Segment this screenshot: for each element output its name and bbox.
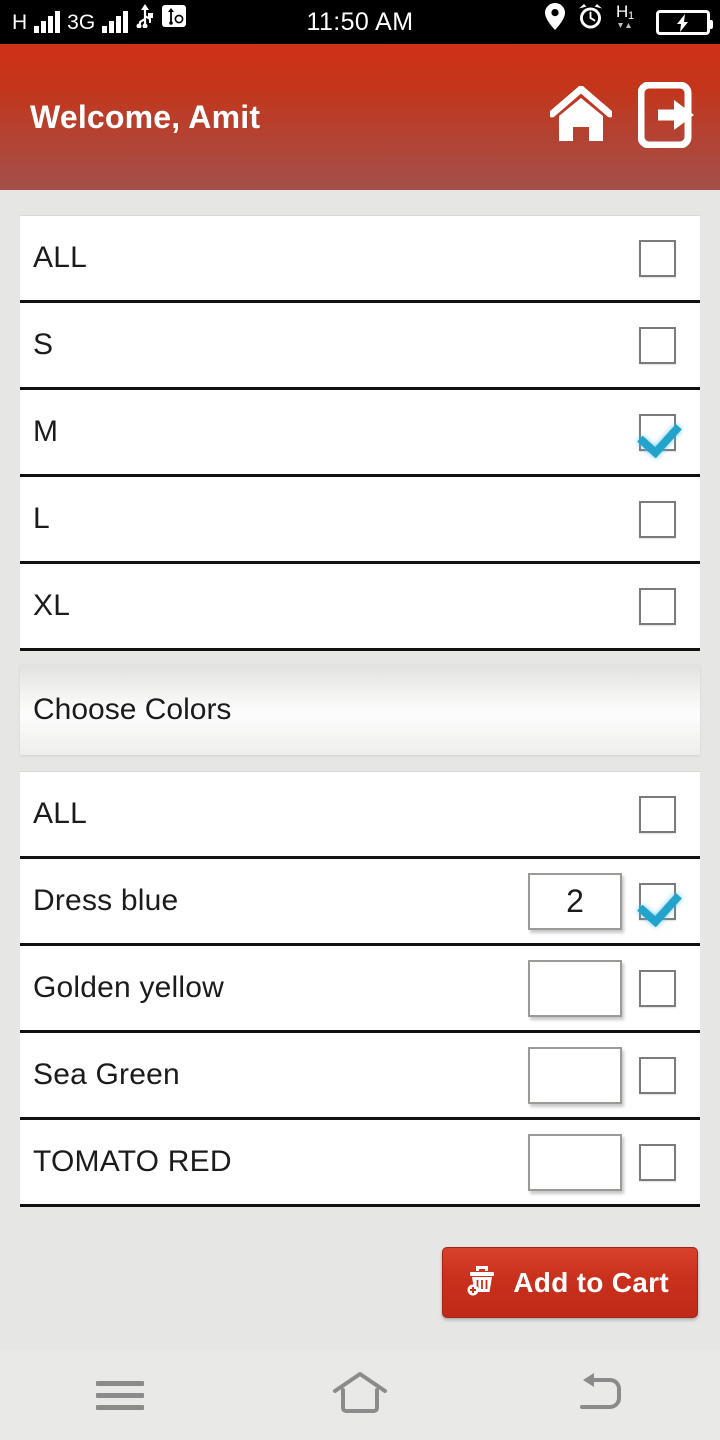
size-label: L — [33, 502, 50, 535]
app-header-actions — [548, 81, 696, 153]
table-row[interactable]: L — [20, 477, 700, 564]
size-checkbox[interactable] — [639, 413, 676, 451]
svg-text:H: H — [616, 2, 628, 21]
nav-home-button[interactable] — [300, 1350, 420, 1440]
table-row[interactable]: ALL — [20, 772, 700, 859]
table-row[interactable]: XL — [20, 564, 700, 651]
table-row[interactable]: S — [20, 303, 700, 390]
choose-colors-heading: Choose Colors — [20, 665, 700, 755]
alarm-icon — [577, 3, 604, 35]
size-label: M — [33, 415, 59, 448]
size-checkbox[interactable] — [639, 587, 676, 625]
add-to-cart-button[interactable]: Add to Cart — [442, 1247, 698, 1318]
table-row[interactable]: TOMATO RED — [20, 1120, 700, 1207]
color-checkbox[interactable] — [639, 1143, 676, 1181]
location-icon — [545, 3, 565, 35]
color-checkbox[interactable] — [639, 1056, 676, 1094]
table-row[interactable]: Golden yellow — [20, 946, 700, 1033]
app-header: Welcome, Amit — [0, 44, 720, 190]
row-controls — [639, 326, 700, 364]
row-controls — [639, 413, 700, 451]
row-controls — [639, 239, 700, 277]
home-outline-icon — [332, 1371, 388, 1420]
nav-back-button[interactable] — [540, 1350, 660, 1440]
menu-icon — [96, 1374, 144, 1417]
page-title: Welcome, Amit — [30, 98, 261, 135]
quantity-input[interactable] — [528, 1046, 622, 1104]
size-label: S — [33, 328, 54, 361]
color-list: ALL Dress blue 2 Golden yellow Sea Green — [20, 771, 700, 1207]
size-checkbox[interactable] — [639, 239, 676, 277]
cart-action-area: Add to Cart — [0, 1207, 720, 1318]
color-label: ALL — [33, 797, 87, 830]
color-label: TOMATO RED — [33, 1145, 232, 1178]
color-checkbox[interactable] — [639, 795, 676, 833]
row-controls — [639, 500, 700, 538]
add-to-cart-label: Add to Cart — [513, 1266, 669, 1298]
size-label: XL — [33, 589, 71, 622]
row-controls — [639, 587, 700, 625]
color-checkbox[interactable] — [639, 969, 676, 1007]
size-checkbox[interactable] — [639, 326, 676, 364]
row-controls: 2 — [528, 872, 700, 930]
battery-charging-icon — [656, 10, 713, 35]
quantity-input[interactable] — [528, 1133, 622, 1191]
size-list: ALL S M L XL — [20, 215, 700, 651]
back-arrow-icon — [574, 1371, 626, 1420]
row-controls — [639, 795, 700, 833]
color-label: Golden yellow — [33, 971, 225, 1004]
row-controls — [528, 1046, 700, 1104]
home-icon[interactable] — [548, 85, 614, 149]
hspa-icon: H 1 — [616, 2, 644, 35]
size-label: ALL — [33, 241, 87, 274]
table-row[interactable]: Dress blue 2 — [20, 859, 700, 946]
svg-text:1: 1 — [628, 10, 634, 22]
row-controls — [528, 1133, 700, 1191]
shopping-basket-add-icon — [465, 1263, 499, 1302]
logout-icon[interactable] — [637, 81, 696, 153]
main-content: ALL S M L XL Choose Colors ALL Dress blu… — [0, 190, 720, 1440]
table-row[interactable]: M — [20, 390, 700, 477]
status-bar: H 3G 11:50 AM H 1 — [0, 0, 720, 44]
color-label: Dress blue — [33, 884, 179, 917]
table-row[interactable]: Sea Green — [20, 1033, 700, 1120]
color-checkbox[interactable] — [639, 882, 676, 920]
quantity-input[interactable] — [528, 959, 622, 1017]
quantity-input[interactable]: 2 — [528, 872, 622, 930]
table-row[interactable]: ALL — [20, 216, 700, 303]
size-checkbox[interactable] — [639, 500, 676, 538]
nav-menu-button[interactable] — [60, 1350, 180, 1440]
status-bar-right: H 1 — [545, 2, 713, 35]
color-label: Sea Green — [33, 1058, 180, 1091]
row-controls — [528, 959, 700, 1017]
system-nav-bar — [0, 1350, 720, 1440]
